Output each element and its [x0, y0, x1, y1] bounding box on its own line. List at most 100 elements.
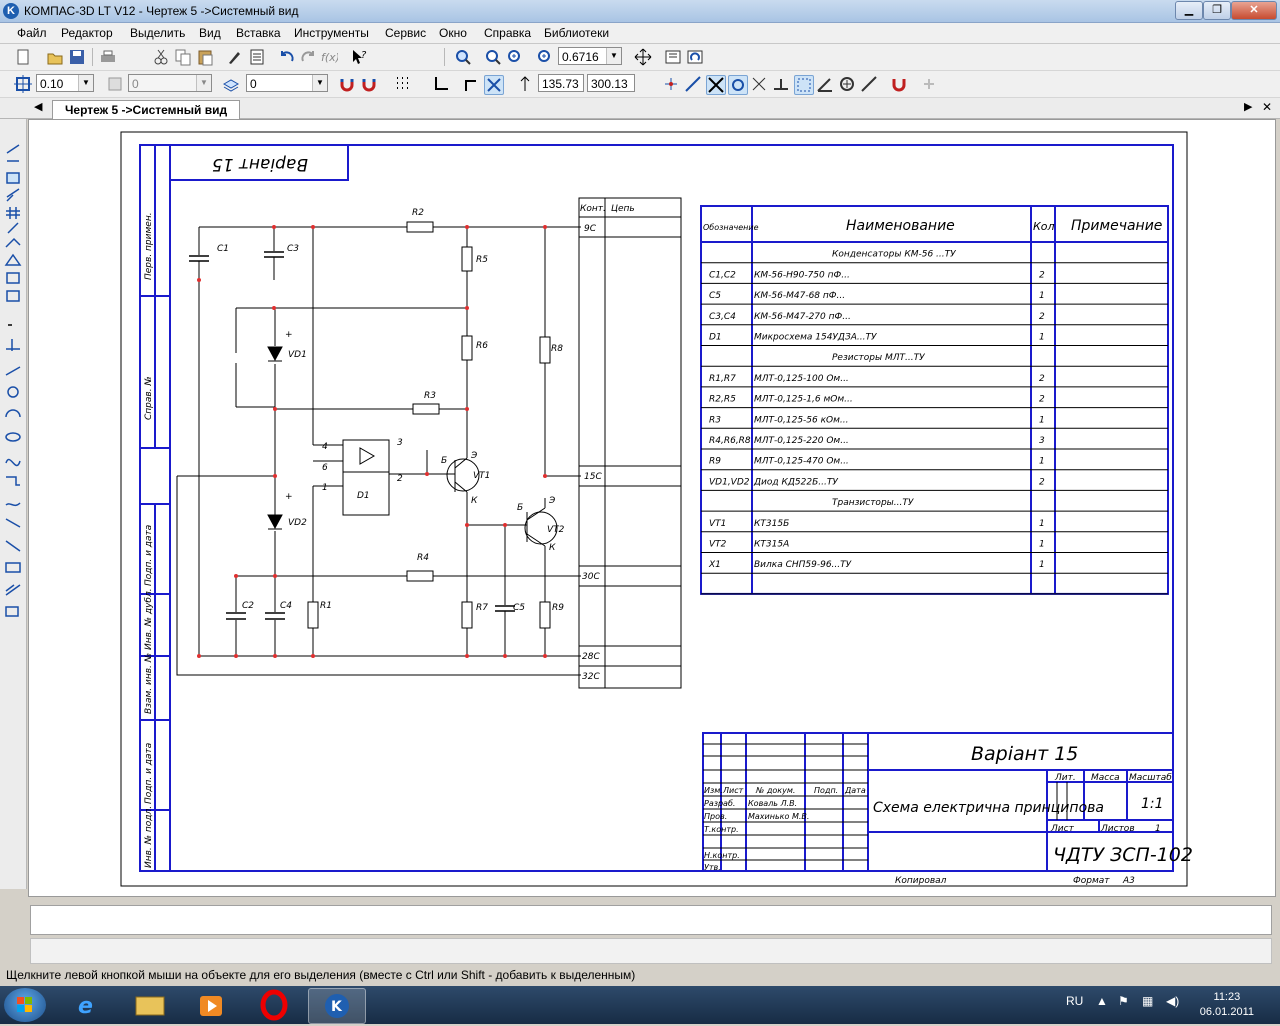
- zoom-in-button[interactable]: [506, 48, 524, 66]
- svg-text:C1: C1: [217, 244, 229, 254]
- network-icon[interactable]: ▦: [1142, 994, 1153, 1008]
- taskbar-opera[interactable]: [246, 988, 302, 1022]
- save-button[interactable]: [68, 48, 86, 66]
- start-button[interactable]: [4, 988, 46, 1022]
- menu-insert[interactable]: Вставка: [236, 26, 281, 40]
- function-button[interactable]: f(x): [320, 48, 340, 66]
- kompas-icon: K: [325, 994, 349, 1018]
- snap-grid-point-button[interactable]: [794, 75, 814, 95]
- grid-button[interactable]: [394, 75, 412, 93]
- coord-y-field[interactable]: 300.13: [587, 74, 635, 92]
- snap-nearest-button[interactable]: [750, 75, 768, 93]
- taskbar-media[interactable]: [184, 988, 240, 1022]
- layers-button[interactable]: [222, 75, 240, 93]
- refresh-view-button[interactable]: [664, 48, 682, 66]
- svg-text:Изм.: Изм.: [704, 786, 723, 795]
- network-flag-icon[interactable]: ⚑: [1118, 994, 1129, 1008]
- chevron-down-icon[interactable]: ▼: [78, 75, 93, 91]
- new-file-button[interactable]: [14, 48, 32, 66]
- tab-drawing[interactable]: Чертеж 5 ->Системный вид: [52, 100, 241, 119]
- maximize-button[interactable]: ❐: [1203, 1, 1231, 20]
- close-tab-icon[interactable]: ✕: [1262, 100, 1272, 114]
- menu-service[interactable]: Сервис: [385, 26, 426, 40]
- cut-button[interactable]: [152, 48, 170, 66]
- snap-point-button[interactable]: [662, 75, 680, 93]
- local-cs-button[interactable]: [432, 75, 450, 93]
- redraw-button[interactable]: [686, 48, 704, 66]
- snap-on-button[interactable]: [484, 75, 504, 95]
- menu-select[interactable]: Выделить: [130, 26, 185, 40]
- snap-extra-button[interactable]: [920, 75, 938, 93]
- refresh-view-icon: [665, 50, 681, 64]
- bom-qty: 2: [1039, 477, 1045, 487]
- clock[interactable]: 11:23 06.01.2011: [1200, 990, 1254, 1020]
- zoom-value-field[interactable]: 0.6716 ▼: [558, 47, 622, 65]
- snap-center-button[interactable]: [838, 75, 856, 93]
- menu-window[interactable]: Окно: [439, 26, 467, 40]
- pan-button[interactable]: [634, 48, 652, 66]
- tool-palette: [4, 144, 22, 617]
- layer-value: 0: [250, 77, 257, 91]
- zoom-scale-button[interactable]: [536, 48, 554, 66]
- sheet-outline: [120, 131, 1188, 887]
- snap-tangent-button[interactable]: [728, 75, 748, 95]
- snap-middle-button[interactable]: [772, 75, 790, 93]
- step-field[interactable]: 0.10 ▼: [36, 74, 94, 92]
- menu-editor[interactable]: Редактор: [61, 26, 113, 40]
- zoom-button[interactable]: [454, 48, 472, 66]
- volume-icon[interactable]: ◀): [1166, 994, 1179, 1008]
- snap-magnet-button[interactable]: [890, 75, 908, 93]
- angle-step-button[interactable]: [106, 75, 124, 93]
- chevron-down-icon[interactable]: ▼: [606, 48, 621, 64]
- zoom-window-icon: [486, 50, 501, 65]
- copy-button[interactable]: [174, 48, 192, 66]
- menu-file[interactable]: Файл: [17, 26, 47, 40]
- taskbar-ie[interactable]: e: [60, 988, 116, 1022]
- properties-button[interactable]: [226, 48, 244, 66]
- chevron-down-icon[interactable]: ▼: [196, 75, 211, 91]
- snap-intersection-button[interactable]: [706, 75, 726, 95]
- snap-angle-button[interactable]: [816, 75, 834, 93]
- open-button[interactable]: [46, 48, 64, 66]
- tray-arrow-icon[interactable]: ▲: [1096, 994, 1108, 1008]
- chevron-down-icon[interactable]: ▼: [312, 75, 327, 91]
- side-label: Инв. № дубл.: [144, 588, 154, 650]
- language-indicator[interactable]: RU: [1066, 994, 1083, 1008]
- side-label: Справ. №: [144, 376, 154, 420]
- close-button[interactable]: ✕: [1231, 1, 1277, 20]
- angle-field[interactable]: 0 ▼: [128, 74, 212, 92]
- layer-field[interactable]: 0 ▼: [246, 74, 328, 92]
- scroll-left-icon[interactable]: ◀: [34, 100, 42, 113]
- scroll-right-icon[interactable]: ▶: [1244, 100, 1252, 113]
- menu-help[interactable]: Справка: [484, 26, 531, 40]
- ortho-button[interactable]: [462, 75, 480, 93]
- redo-button[interactable]: [299, 48, 317, 66]
- dimensions-tool-icon: [6, 172, 20, 184]
- bom-name: КТ315А: [754, 540, 789, 550]
- grid-snap-button[interactable]: [14, 75, 32, 93]
- snap-endpoint-button[interactable]: [684, 75, 702, 93]
- print-button[interactable]: [99, 48, 117, 66]
- taskbar-explorer[interactable]: [122, 988, 178, 1022]
- manager-button[interactable]: [248, 48, 266, 66]
- coord-x-field[interactable]: 135.73: [538, 74, 584, 92]
- paste-button[interactable]: [196, 48, 214, 66]
- menu-view[interactable]: Вид: [199, 26, 221, 40]
- snap-local-button[interactable]: [338, 75, 356, 93]
- drawing-canvas[interactable]: Варіант 15 Перв. примен. Справ. № Подп. …: [28, 119, 1276, 897]
- bom-pos: VD1,VD2: [709, 477, 750, 487]
- drawing-sheet[interactable]: Варіант 15 Перв. примен. Справ. № Подп. …: [29, 120, 1275, 896]
- undo-button[interactable]: [278, 48, 296, 66]
- segment-tool-icon: [5, 366, 21, 376]
- snap-point-curve-button[interactable]: [860, 75, 878, 93]
- taskbar-kompas[interactable]: K: [308, 988, 366, 1024]
- help-pointer-button[interactable]: ?: [350, 48, 368, 66]
- svg-text:VT1: VT1: [473, 471, 490, 481]
- bom-qty: 1: [1039, 540, 1045, 550]
- menu-libraries[interactable]: Библиотеки: [544, 26, 609, 40]
- menu-tools[interactable]: Инструменты: [294, 26, 369, 40]
- zoom-window-button[interactable]: [484, 48, 502, 66]
- snap-global-button[interactable]: [360, 75, 378, 93]
- coord-cursor-button[interactable]: [516, 75, 534, 93]
- minimize-button[interactable]: ▁: [1175, 1, 1203, 20]
